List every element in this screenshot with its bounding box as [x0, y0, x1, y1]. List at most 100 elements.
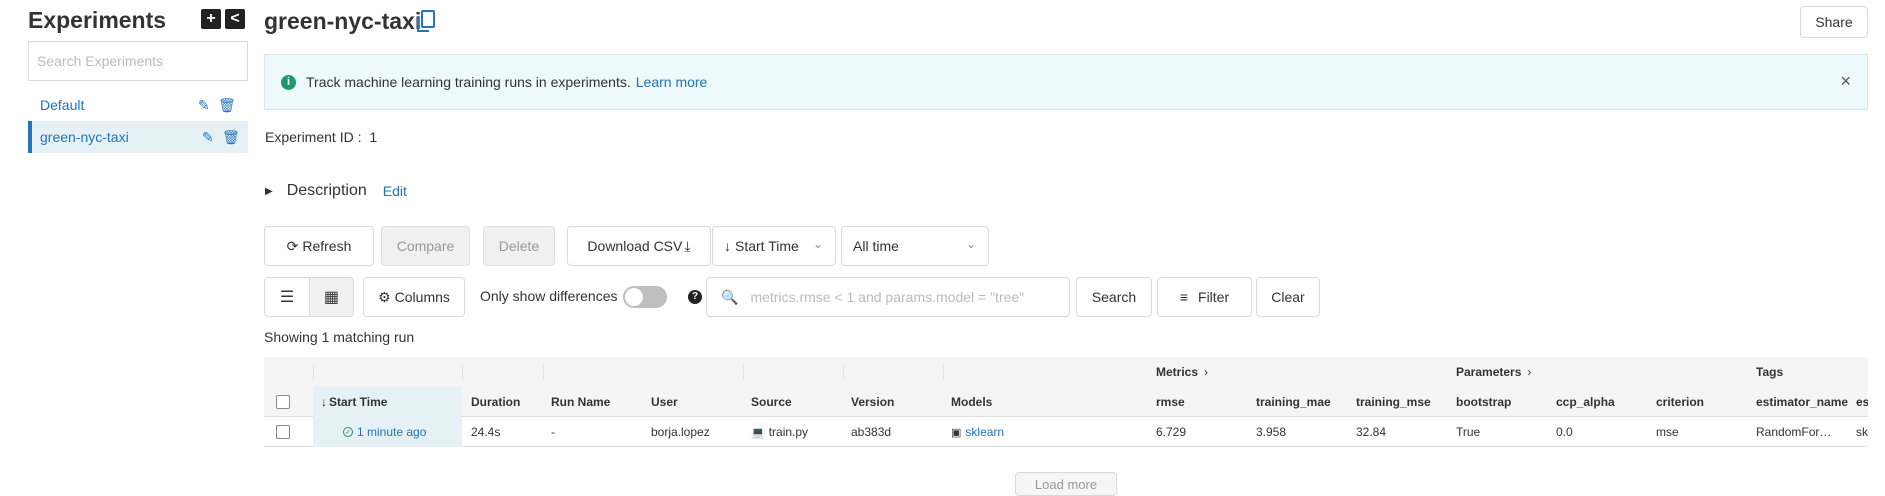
column-header-criterion[interactable]: criterion [1648, 387, 1748, 417]
filter-label: Filter [1198, 289, 1230, 305]
select-all-checkbox-cell[interactable] [264, 387, 313, 417]
select-all-checkbox[interactable] [276, 395, 290, 409]
start-time-cell[interactable]: ✓ 1 minute ago [313, 417, 462, 447]
compare-button[interactable]: Compare [381, 226, 470, 266]
laptop-icon: 💻 [751, 426, 765, 439]
runs-table: Metrics › Parameters › Tags ↓ Start Time… [264, 357, 1868, 448]
check-circle-icon: ✓ [343, 427, 353, 437]
row-checkbox[interactable] [276, 425, 290, 439]
banner-text: Track machine learning training runs in … [306, 74, 631, 90]
sort-select[interactable]: ↓ Start Time ⌄ [712, 226, 836, 266]
download-icon: ⤓ [684, 237, 691, 254]
arrow-down-icon: ↓ [724, 238, 731, 254]
table-view-icon[interactable]: ▦ [308, 278, 353, 316]
column-header-training-mae[interactable]: training_mae [1248, 387, 1348, 417]
sort-label: Start Time [735, 238, 799, 254]
copy-icon[interactable] [417, 10, 435, 32]
column-header-ccp-alpha[interactable]: ccp_alpha [1548, 387, 1648, 417]
view-toggle: ☰ ▦ [264, 277, 354, 317]
collapse-sidebar-button[interactable]: < [225, 9, 245, 29]
caret-right-icon[interactable]: ▶ [265, 186, 273, 197]
experiment-id-label: Experiment ID : [265, 129, 362, 145]
time-range-select[interactable]: All time ⌄ [841, 226, 989, 266]
column-header-rmse[interactable]: rmse [1148, 387, 1248, 417]
search-button[interactable]: Search [1076, 277, 1152, 317]
edit-icon[interactable]: ✎ [202, 129, 214, 146]
run-search-input[interactable] [750, 289, 1051, 305]
time-range-label: All time [853, 238, 899, 254]
clear-button[interactable]: Clear [1256, 277, 1320, 317]
row-checkbox-cell[interactable] [264, 417, 313, 447]
info-icon: i [281, 74, 296, 90]
refresh-button[interactable]: ⟳ Refresh [264, 226, 374, 266]
experiments-sidebar: Experiments + < Default ✎ 🗑 green-nyc-ta… [0, 0, 250, 496]
tags-group-header[interactable]: Tags [1748, 357, 1848, 387]
filter-button[interactable]: ≡ Filter [1157, 277, 1252, 317]
columns-button[interactable]: ⚙ Columns [363, 277, 465, 317]
version-cell: ab383d [851, 425, 892, 439]
models-cell[interactable]: ▣ sklearn [943, 417, 1143, 447]
model-icon: ▣ [951, 426, 962, 439]
sidebar-item-green-nyc-taxi[interactable]: green-nyc-taxi ✎ 🗑 [28, 121, 248, 153]
page-title: green-nyc-taxi [264, 8, 422, 34]
close-icon[interactable]: × [1840, 71, 1851, 92]
start-time-link[interactable]: 1 minute ago [357, 425, 426, 439]
delete-button[interactable]: Delete [483, 226, 555, 266]
description-label[interactable]: Description [287, 182, 367, 200]
list-view-icon[interactable]: ☰ [265, 278, 309, 316]
column-header-source[interactable]: Source [743, 387, 843, 417]
learn-more-link[interactable]: Learn more [636, 74, 708, 90]
metrics-group-header[interactable]: Metrics › [1148, 357, 1348, 387]
column-header-run-name[interactable]: Run Name [543, 387, 643, 417]
only-show-differences-toggle[interactable] [623, 286, 667, 308]
source-cell[interactable]: 💻 train.py [743, 417, 843, 447]
help-icon[interactable]: ? [688, 290, 702, 304]
search-experiments-input[interactable] [28, 41, 248, 81]
sidebar-title: Experiments [28, 7, 167, 33]
rmse-cell: 6.729 [1156, 425, 1187, 439]
filter-icon: ≡ [1179, 289, 1189, 305]
column-header-models[interactable]: Models [943, 387, 1143, 417]
column-header-estimator-name[interactable]: estimator_name [1748, 387, 1848, 417]
column-header-es[interactable]: es [1848, 387, 1868, 417]
user-cell: borja.lopez [651, 425, 710, 439]
chevron-down-icon: ⌄ [965, 237, 976, 251]
edit-description-link[interactable]: Edit [383, 183, 407, 199]
run-name-cell: - [551, 425, 555, 439]
download-csv-button[interactable]: Download CSV ⤓ [567, 226, 711, 266]
matching-runs-count: Showing 1 matching run [264, 329, 415, 345]
sidebar-item-label: green-nyc-taxi [40, 129, 129, 145]
trash-icon[interactable]: 🗑 [222, 129, 240, 146]
column-header-duration[interactable]: Duration [463, 387, 542, 417]
column-header-start-time[interactable]: ↓ Start Time [313, 387, 462, 417]
add-experiment-button[interactable]: + [201, 9, 221, 29]
edit-icon[interactable]: ✎ [198, 97, 210, 114]
estimator-name-cell: RandomFor… [1756, 425, 1832, 439]
column-header-training-mse[interactable]: training_mse [1348, 387, 1448, 417]
download-csv-label: Download CSV [587, 238, 683, 254]
arrow-down-icon: ↓ [321, 395, 327, 409]
table-row: ✓ 1 minute ago 24.4s - borja.lopez 💻 tra… [264, 417, 1868, 447]
gear-icon: ⚙ [378, 288, 391, 305]
trash-icon[interactable]: 🗑 [218, 97, 236, 114]
column-header-user[interactable]: User [643, 387, 743, 417]
sidebar-item-default[interactable]: Default ✎ 🗑 [28, 89, 248, 121]
es-cell: sk [1856, 425, 1868, 439]
load-more-button[interactable]: Load more [1015, 472, 1117, 496]
experiment-id-value: 1 [369, 129, 378, 145]
column-header-bootstrap[interactable]: bootstrap [1448, 387, 1548, 417]
search-icon: 🔍 [721, 288, 739, 305]
table-header-row: ↓ Start Time Duration Run Name User Sour… [264, 387, 1868, 417]
training-mse-cell: 32.84 [1356, 425, 1387, 439]
columns-label: Columns [394, 289, 450, 305]
parameters-group-header[interactable]: Parameters › [1448, 357, 1648, 387]
bootstrap-cell: True [1456, 425, 1481, 439]
sidebar-item-label: Default [40, 97, 85, 113]
run-search-box: 🔍 [706, 277, 1070, 317]
chevron-right-icon: › [1204, 365, 1209, 379]
model-link[interactable]: sklearn [965, 425, 1004, 439]
refresh-label: Refresh [302, 238, 352, 254]
column-header-version[interactable]: Version [843, 387, 943, 417]
share-button[interactable]: Share [1800, 6, 1868, 38]
training-mae-cell: 3.958 [1256, 425, 1287, 439]
